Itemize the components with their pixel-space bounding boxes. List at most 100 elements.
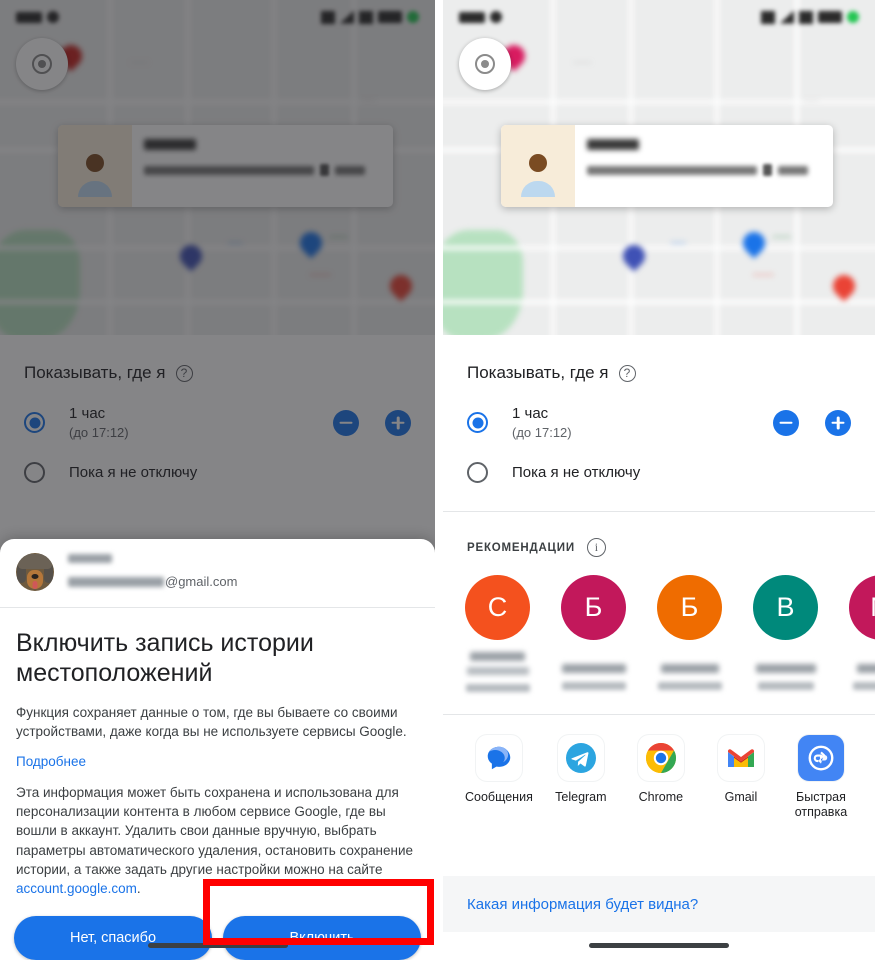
dialog-paragraph-2: Эта информация может быть сохранена и ис… [16, 783, 419, 898]
contact-avatar: М [849, 575, 875, 640]
clock-text-right [459, 11, 485, 23]
contact-avatar: С [465, 575, 530, 640]
dialog-paragraph-2-text: Эта информация может быть сохранена и ис… [16, 785, 414, 877]
option-until-time-right: (до 17:12) [512, 425, 572, 440]
share-target-gmail[interactable]: Gmail [709, 735, 773, 820]
share-target-label: Chrome [638, 790, 684, 804]
dialog-paragraph-1: Функция сохраняет данные о том, где вы б… [16, 704, 407, 739]
gmail-icon [717, 735, 764, 781]
list-item[interactable]: В [753, 575, 818, 692]
contact-phone-redacted [561, 682, 626, 690]
contact-name-redacted [856, 664, 875, 673]
duration-option-until-off-right[interactable]: Пока я не отключу [443, 462, 875, 483]
share-target-telegram[interactable]: Telegram [549, 735, 613, 820]
card-subtitle-right [587, 165, 757, 175]
sheet-header-right: Показывать, где я ? [443, 335, 875, 383]
share-target-nearby-share[interactable]: Быстрая отправка [789, 735, 853, 820]
option-label-until-off-right: Пока я не отключу [512, 464, 641, 481]
what-info-visible-label: Какая информация будет видна? [467, 895, 699, 913]
list-item[interactable]: С [465, 575, 530, 692]
decrease-duration-button-right[interactable] [773, 409, 799, 436]
sheet-title-right: Показывать, где я [467, 363, 609, 382]
signal-icon-right [780, 10, 794, 24]
share-location-sheet-right: Показывать, где я ? 1 час (до 17:12) Пок… [443, 335, 875, 960]
account-email-domain: @gmail.com [165, 574, 238, 590]
recommendations-header: РЕКОМЕНДАЦИИ i [443, 512, 875, 557]
map-view-right[interactable]: ····· ······· ······ ······· ······ [443, 0, 875, 335]
radio-1-hour-right[interactable] [467, 412, 488, 433]
share-apps-row[interactable]: Сообщения Telegram Chrome Gmail Быстрая … [443, 715, 875, 820]
contact-initial: В [776, 592, 795, 622]
decline-button[interactable]: Нет, спасибо [14, 916, 212, 960]
share-target-label: Сообщения [465, 790, 533, 804]
location-icon-right [761, 10, 775, 24]
my-location-button-right[interactable] [459, 38, 511, 90]
share-target-label: Gmail [724, 790, 758, 804]
telegram-icon [557, 735, 604, 781]
map-pin-purple-right [618, 240, 650, 275]
map-pin-red2-right [828, 270, 860, 305]
what-info-visible-link[interactable]: Какая информация будет видна? [443, 876, 875, 932]
list-item[interactable]: Б [657, 575, 722, 692]
card-title-right [587, 139, 639, 150]
contact-initial: С [487, 592, 508, 622]
dialog-title: Включить запись истории местоположений [16, 628, 314, 688]
contact-name-redacted [755, 664, 816, 673]
share-target-label: Telegram [555, 790, 607, 804]
account-google-link[interactable]: account.google.com [16, 881, 137, 896]
crosshair-icon-right [475, 54, 495, 74]
contact-name-redacted [660, 664, 719, 673]
wifi-icon-right [799, 10, 813, 24]
dialog-paragraph-2-end: . [136, 880, 141, 896]
card-battery-icon-right [763, 164, 772, 176]
account-row[interactable]: @gmail.com [0, 539, 435, 607]
right-phone-screen: ····· ······· ······ ······· ······ Пока… [443, 0, 875, 960]
help-circle-icon-right[interactable]: ? [618, 364, 636, 382]
battery-icon-right [818, 11, 842, 23]
account-name-redacted [68, 554, 112, 564]
share-target-messages[interactable]: Сообщения [465, 735, 533, 820]
info-circle-icon[interactable]: i [586, 538, 606, 557]
contact-phone-redacted [757, 682, 814, 690]
left-phone-screen: ····· ······· ······ ······· ······ [0, 0, 435, 960]
option-label-1-hour-right: 1 час [512, 405, 549, 422]
card-battery-percent-right [778, 165, 808, 175]
contact-avatar: В [753, 575, 818, 640]
status-bar-right [443, 0, 875, 34]
list-item[interactable]: Б [561, 575, 626, 692]
contact-name-line2-redacted [466, 667, 529, 675]
screenshot-stage: ····· ······· ······ ······· ······ [0, 0, 875, 960]
gesture-bar-left [147, 943, 288, 948]
increase-duration-button-right[interactable] [825, 409, 851, 436]
contact-avatar: Б [561, 575, 626, 640]
contact-initial: М [870, 592, 875, 623]
card-thumbnail-right [501, 125, 575, 207]
location-history-dialog: @gmail.com Включить запись истории место… [0, 538, 435, 960]
contact-phone-redacted [657, 682, 722, 690]
contact-phone-redacted [852, 682, 875, 690]
share-target-label: Быстрая отправка [794, 790, 848, 819]
duration-option-1-hour-right[interactable]: 1 час (до 17:12) [443, 405, 875, 440]
contact-initial: Б [680, 592, 699, 622]
accept-button[interactable]: Включить [223, 916, 421, 960]
chrome-icon [637, 735, 684, 781]
share-target-chrome[interactable]: Chrome [629, 735, 693, 820]
account-email-redacted [68, 576, 164, 587]
recommended-contacts-list[interactable]: С Б Б В [443, 557, 875, 692]
contact-name-redacted [470, 652, 525, 661]
contact-avatar: Б [657, 575, 722, 640]
gesture-bar-right [589, 943, 729, 948]
list-item[interactable]: М [849, 575, 875, 692]
contact-initial: Б [584, 592, 603, 622]
recommendations-label: РЕКОМЕНДАЦИИ [467, 541, 575, 554]
radio-until-off-right[interactable] [467, 462, 488, 483]
learn-more-link[interactable]: Подробнее [16, 754, 86, 769]
avatar [16, 552, 54, 591]
status-icon-right [490, 11, 502, 23]
green-status-dot-right [847, 11, 859, 23]
messages-icon [475, 735, 522, 781]
map-pin-blue-right [738, 227, 770, 262]
location-info-card-right[interactable] [501, 125, 833, 207]
contact-name-redacted [561, 664, 626, 673]
contact-phone-redacted [465, 684, 530, 692]
